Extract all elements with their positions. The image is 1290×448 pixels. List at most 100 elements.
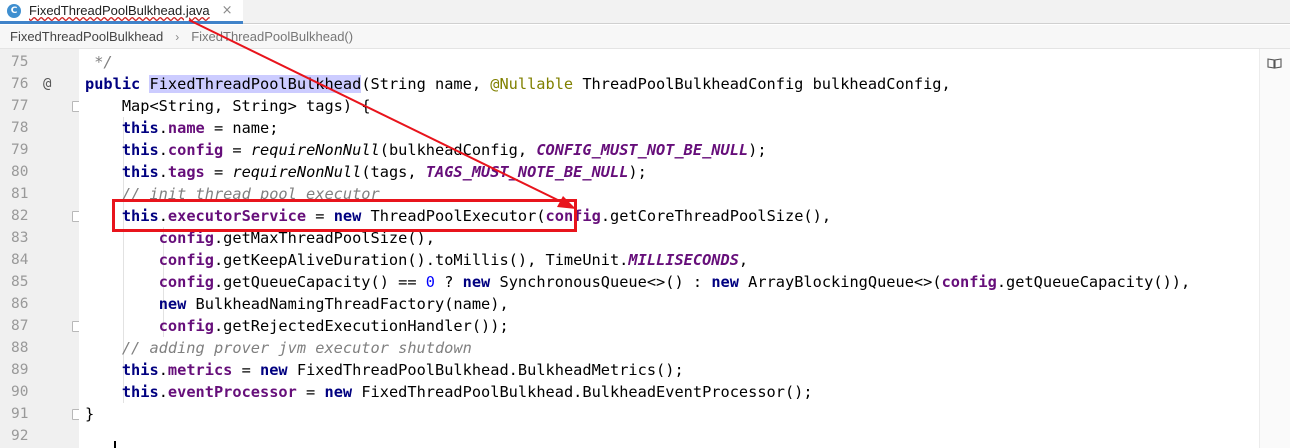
keyword: this — [121, 383, 159, 401]
gutter-line: 91 — [0, 403, 81, 425]
line-number: 82 — [11, 208, 29, 224]
override-marker-icon[interactable]: @ — [43, 73, 51, 95]
line-number: 92 — [11, 428, 29, 444]
code-line-91: } — [85, 403, 94, 425]
code-text: FixedThreadPoolBulkhead.BulkheadEventPro… — [352, 383, 813, 401]
code-line-85: config.getQueueCapacity() == 0 ? new Syn… — [85, 271, 1191, 293]
gutter-line: 81 — [0, 183, 79, 205]
editor-right-strip — [1259, 49, 1290, 448]
static-call: requireNonNull — [232, 163, 362, 181]
book-icon[interactable] — [1267, 57, 1282, 69]
gutter-line: 84 — [0, 249, 79, 271]
line-number: 81 — [11, 186, 29, 202]
constant: TAGS_MUST_NOTE_BE_NULL — [425, 163, 629, 181]
code-text: . — [158, 361, 168, 379]
code-line-79: this.config = requireNonNull(bulkheadCon… — [85, 139, 767, 161]
keyword: this — [121, 141, 159, 159]
field: eventProcessor — [167, 383, 297, 401]
code-text: (String name, — [361, 75, 491, 93]
code-line-84: config.getKeepAliveDuration().toMillis()… — [85, 249, 748, 271]
keyword: this — [121, 361, 159, 379]
line-number: 89 — [11, 362, 29, 378]
code-text: = — [223, 141, 251, 159]
gutter-line: 87 — [0, 315, 81, 337]
code-line-78: this.name = name; — [85, 117, 279, 139]
constant: CONFIG_MUST_NOT_BE_NULL — [536, 141, 749, 159]
code-text: = — [232, 361, 261, 379]
keyword: new — [462, 273, 491, 291]
keyword: new — [158, 295, 187, 313]
code-line-75: */ — [85, 51, 113, 73]
code-line-86: new BulkheadNamingThreadFactory(name), — [85, 293, 509, 315]
line-number: 75 — [11, 54, 29, 70]
gutter-line: 88 — [0, 337, 79, 359]
editor-tab-bar: C FixedThreadPoolBulkhead.java × — [0, 0, 1290, 24]
keyword: this — [121, 119, 159, 137]
code-text: , — [738, 251, 749, 269]
line-number: 86 — [11, 296, 29, 312]
gutter-line: 79 — [0, 139, 79, 161]
breadcrumb-item-class[interactable]: FixedThreadPoolBulkhead — [10, 29, 163, 44]
code-text: (tags, — [361, 163, 426, 181]
line-number: 80 — [11, 164, 29, 180]
code-text: ArrayBlockingQueue<>( — [738, 273, 942, 291]
code-text: . — [158, 383, 168, 401]
closing-brace: } — [85, 405, 95, 423]
code-text: . — [158, 163, 168, 181]
code-line-80: this.tags = requireNonNull(tags, TAGS_MU… — [85, 161, 647, 183]
gutter-line: 76 @ — [0, 73, 79, 95]
code-text: .getQueueCapacity()), — [996, 273, 1191, 291]
code-text: .getRejectedExecutionHandler()); — [213, 317, 509, 335]
line-number: 84 — [11, 252, 29, 268]
constructor-name[interactable]: FixedThreadPoolBulkhead — [149, 75, 362, 93]
comment-end: */ — [85, 53, 113, 71]
field: metrics — [167, 361, 233, 379]
code-text: (bulkheadConfig, — [379, 141, 537, 159]
gutter-line: 77 — [0, 95, 81, 117]
number-literal: 0 — [425, 273, 435, 291]
comment: // adding prover jvm executor shutdown — [121, 339, 472, 357]
gutter-line: 85 — [0, 271, 79, 293]
gutter-line: 90 — [0, 381, 79, 403]
gutter-line: 78 — [0, 117, 79, 139]
line-number-gutter: 75 76 @ 77 78 79 80 81 82 83 84 85 86 87 … — [0, 49, 81, 448]
breadcrumb-separator: › — [175, 29, 180, 44]
line-number: 85 — [11, 274, 29, 290]
line-number: 76 — [11, 76, 29, 92]
gutter-line: 86 — [0, 293, 79, 315]
tab-fixedthreadpoolbulkhead-java[interactable]: C FixedThreadPoolBulkhead.java × — [0, 0, 243, 24]
text-caret — [114, 441, 116, 448]
gutter-line: 92 — [0, 425, 79, 447]
keyword: new — [324, 383, 353, 401]
line-number: 90 — [11, 384, 29, 400]
breadcrumb-item-constructor[interactable]: FixedThreadPoolBulkhead() — [191, 29, 353, 44]
field: config — [167, 141, 224, 159]
breadcrumb: FixedThreadPoolBulkhead › FixedThreadPoo… — [0, 25, 1290, 49]
code-text: Map<String, String> tags) { — [85, 97, 371, 115]
code-text: = — [204, 163, 233, 181]
code-line-88: // adding prover jvm executor shutdown — [85, 337, 472, 359]
keyword: new — [260, 361, 288, 379]
line-number: 77 — [11, 98, 29, 114]
tab-filename[interactable]: FixedThreadPoolBulkhead.java — [29, 3, 210, 18]
keyword: public — [85, 75, 141, 93]
static-call: requireNonNull — [250, 141, 380, 159]
code-area[interactable]: */ public FixedThreadPoolBulkhead(String… — [79, 49, 1259, 448]
line-number: 91 — [11, 406, 29, 422]
line-number: 79 — [11, 142, 29, 158]
code-text: ); — [628, 163, 647, 181]
code-text: = — [296, 383, 325, 401]
field: config — [941, 273, 997, 291]
code-editor[interactable]: 75 76 @ 77 78 79 80 81 82 83 84 85 86 87 … — [0, 49, 1290, 448]
code-text: .getCoreThreadPoolSize(), — [600, 207, 832, 225]
code-text: ); — [748, 141, 767, 159]
keyword: this — [121, 163, 159, 181]
field: config — [158, 273, 214, 291]
code-text: SynchronousQueue<>() : — [490, 273, 712, 291]
close-icon[interactable]: × — [222, 3, 233, 18]
line-number: 78 — [11, 120, 29, 136]
field: config — [158, 317, 214, 335]
gutter-line: 83 — [0, 227, 79, 249]
gutter-line: 82 — [0, 205, 81, 227]
code-text: .getKeepAliveDuration().toMillis(), Time… — [213, 251, 629, 269]
